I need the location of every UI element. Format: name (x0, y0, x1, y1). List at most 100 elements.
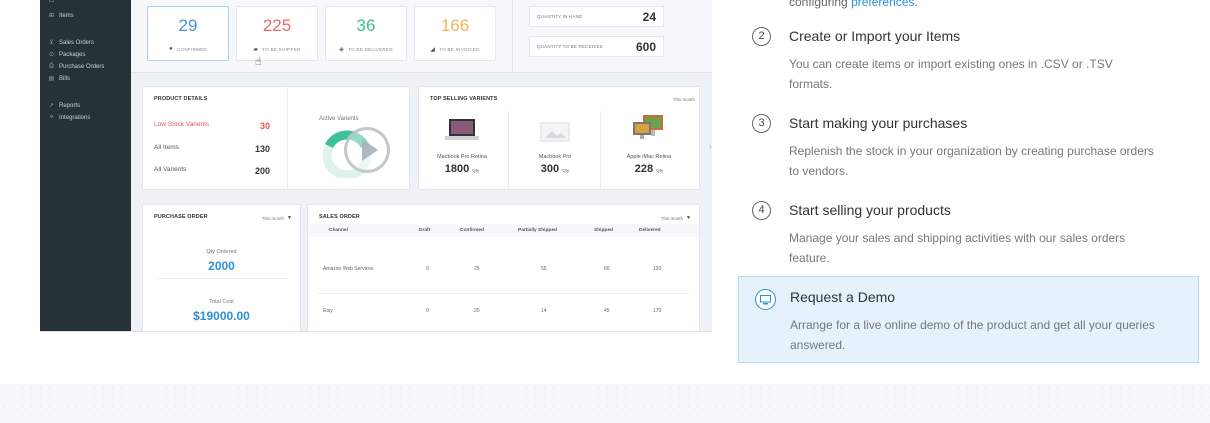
stat-label: CONFIRMED (176, 46, 207, 52)
card-title: SALES ORDER (319, 214, 360, 220)
row-value: 30 (259, 121, 270, 131)
divider (508, 111, 509, 189)
caret-down-icon: ▼ (287, 215, 292, 221)
sidebar-item-label: Purchase Orders (59, 63, 105, 70)
dashboard-sidebar: ☐ ⊞ Items ⊻ Sales Orders ⊙ Packages ⎙ Pu… (40, 0, 131, 331)
quantity-to-be-received: QUANTITY TO BE RECEIVED 600 (529, 36, 664, 57)
request-demo-panel[interactable]: Request a Demo Arrange for a live online… (738, 276, 1199, 363)
demo-description: Arrange for a live online demo of the pr… (790, 318, 1155, 352)
quantity-label: QUANTITY TO BE RECEIVED (537, 44, 604, 49)
active-varients-label: Active Varients (319, 116, 359, 122)
divider (287, 87, 288, 189)
column-header: Partially Shipped (518, 228, 557, 233)
sidebar-item-items[interactable]: ⊞ Items (48, 12, 74, 20)
activity-band: 29 ● CONFIRMED 225 ▰ TO BE SHIPPED 36 ◈ TO … (131, 0, 712, 73)
product-qty: 1800 (444, 163, 470, 175)
step-number: 3 (752, 114, 771, 133)
row-label: Low Stock Varients (154, 121, 210, 128)
monitor-icon (755, 289, 776, 310)
stat-label: TO BE SHIPPED (262, 47, 301, 52)
sales-order-card: SALES ORDER This month ▼ Channel Draft Co… (307, 204, 700, 331)
laptop-image (422, 117, 502, 142)
description-text: configuring (789, 0, 848, 9)
stat-to-be-delivered[interactable]: 36 ◈ TO BE DELIVERED (325, 6, 407, 61)
step-description: You can create items or import existing … (789, 57, 1113, 91)
stat-confirmed[interactable]: 29 ● CONFIRMED (147, 6, 229, 61)
sidebar-item-reports[interactable]: ↗ Reports (48, 102, 81, 110)
stat-to-be-shipped[interactable]: 225 ▰ TO BE SHIPPED (236, 6, 318, 61)
total-cost-label: Total Cost (209, 299, 234, 305)
sidebar-item-contacts[interactable]: ☐ (48, 0, 55, 4)
sidebar-item-label: Reports (59, 102, 81, 109)
quantity-value: 24 (642, 9, 656, 24)
period-filter[interactable]: This month▼ (661, 215, 691, 221)
divider (600, 111, 601, 189)
table-cell: 170 (653, 308, 662, 314)
product-item[interactable]: Macbook Pro Retina 1800 Qty (422, 117, 502, 175)
channel-cell: Etsy (323, 308, 333, 314)
sales-orders-icon: ⊻ (49, 40, 54, 46)
stat-value: 29 (178, 16, 198, 35)
footer-band (0, 384, 1210, 423)
qty-unit: Qty (472, 168, 480, 173)
dashboard-main: 29 ● CONFIRMED 225 ▰ TO BE SHIPPED 36 ◈ TO … (131, 0, 712, 331)
step-title[interactable]: Create or Import your Items (789, 28, 960, 44)
sidebar-item-label: Sales Orders (59, 39, 95, 46)
demo-title[interactable]: Request a Demo (790, 289, 895, 305)
qty-ordered-value: 2000 (208, 259, 235, 273)
product-details-row[interactable]: All Varients 200 (154, 166, 270, 176)
filter-label: This month (261, 215, 285, 221)
stat-value: 166 (440, 16, 470, 35)
table-cell: 0 (426, 266, 429, 272)
chevron-right-icon[interactable]: › (709, 142, 712, 151)
product-name: Macbook Pro (538, 154, 572, 160)
step-1-description-partial: configuring preferences. (789, 0, 918, 9)
divider (155, 278, 288, 279)
product-details-row[interactable]: All Items 130 (154, 144, 270, 154)
truck-icon: ▰ (253, 47, 259, 53)
video-play-button[interactable] (344, 127, 390, 173)
card-title: TOP SELLING VARIENTS (430, 96, 498, 102)
preferences-link[interactable]: preferences. (851, 0, 918, 9)
stat-to-be-invoiced[interactable]: 166 ◢ TO BE INVOICED (414, 6, 496, 61)
period-filter[interactable]: This month▼ (262, 215, 292, 221)
caret-down-icon: ▼ (698, 96, 699, 102)
sidebar-item-label: Items (59, 12, 74, 19)
play-icon (362, 139, 378, 161)
column-header: Delivered (639, 228, 661, 233)
sidebar-item-sales-orders[interactable]: ⊻ Sales Orders (48, 39, 95, 47)
invoice-icon: ◢ (430, 47, 436, 53)
stat-value: 225 (262, 16, 292, 35)
sidebar-item-bills[interactable]: ▤ Bills (48, 75, 70, 83)
packages-icon: ⊙ (48, 52, 55, 58)
table-cell: 25 (474, 266, 480, 272)
sidebar-item-purchase-orders[interactable]: ⎙ Purchase Orders (48, 63, 104, 70)
column-header: Shipped (594, 228, 613, 233)
sidebar-item-integrations[interactable]: ⟡ Integrations (48, 114, 91, 121)
product-item[interactable]: Macbook Pro 300 Qty (515, 117, 595, 175)
step-title[interactable]: Start making your purchases (789, 115, 967, 131)
qty-unit: Qty (656, 168, 664, 173)
step-description: Replenish the stock in your organization… (789, 144, 1154, 178)
top-selling-card: TOP SELLING VARIENTS This month▼ Macbook… (418, 86, 700, 190)
row-label: All Items (154, 144, 179, 151)
product-item[interactable]: Apple iMac Retina 228 Qty (609, 115, 689, 175)
purchase-order-card: PURCHASE ORDER This month ▼ Qty Ordered 2… (142, 204, 301, 331)
bills-icon: ▤ (48, 76, 55, 82)
imac-image (609, 115, 689, 142)
row-label: All Varients (154, 166, 187, 173)
product-details-row[interactable]: Low Stock Varients 30 (154, 121, 270, 131)
channel-cell: Amazon Web Services (323, 266, 374, 272)
sidebar-item-packages[interactable]: ⊙ Packages (48, 51, 85, 59)
divider (512, 0, 513, 72)
period-filter[interactable]: This month▼ (673, 96, 699, 102)
table-cell: 60 (604, 266, 610, 272)
table-cell: 120 (653, 266, 662, 272)
table-cell: 55 (541, 266, 547, 272)
column-header: Draft (419, 228, 431, 233)
row-value: 200 (254, 166, 270, 176)
table-cell: 20 (474, 308, 480, 314)
table-cell: 0 (426, 308, 429, 314)
step-description: Manage your sales and shipping activitie… (789, 231, 1126, 265)
step-title[interactable]: Start selling your products (789, 202, 951, 218)
